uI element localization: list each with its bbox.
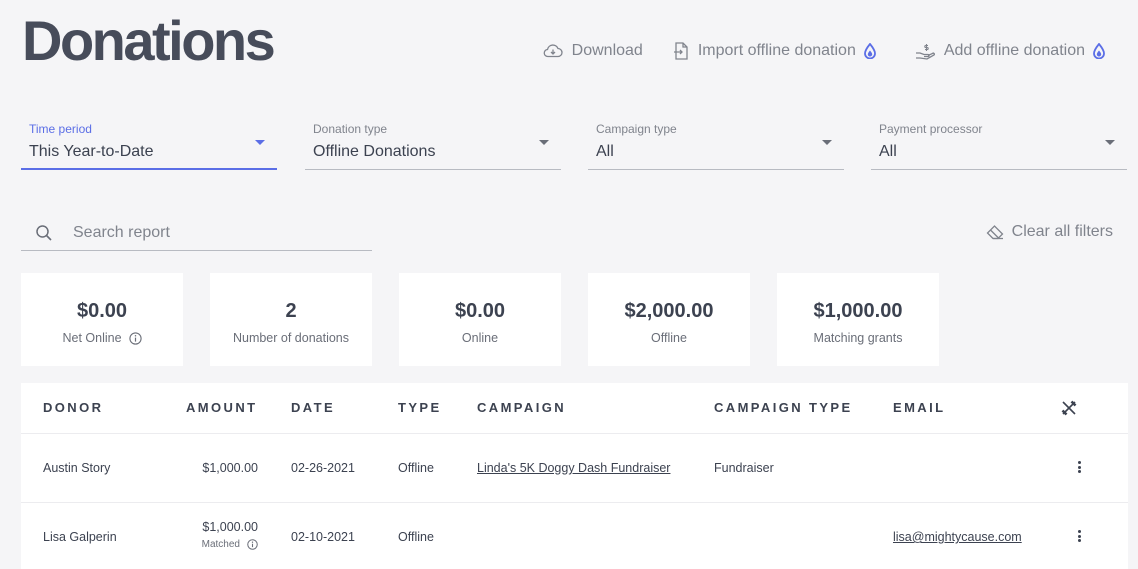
summary-card-online: $0.00 Online xyxy=(399,273,561,366)
offline-value: $2,000.00 xyxy=(624,300,714,322)
number-of-donations-value: 2 xyxy=(285,300,297,322)
caret-down-icon xyxy=(255,140,265,145)
row-menu-icon[interactable] xyxy=(1078,530,1082,544)
payment-processor-label: Payment processor xyxy=(879,122,983,136)
download-label: Download xyxy=(571,42,643,59)
summary-card-matching-grants: $1,000.00 Matching grants xyxy=(777,273,939,366)
amount-cell: $1,000.00 xyxy=(202,461,258,475)
cloud-download-icon xyxy=(543,44,563,58)
import-offline-label: Import offline donation xyxy=(697,42,856,59)
column-header-email[interactable]: EMAIL xyxy=(893,400,945,415)
search-input[interactable] xyxy=(73,221,363,245)
matched-note: Matched xyxy=(202,539,258,550)
campaign-type-cell: Fundraiser xyxy=(714,461,774,475)
matched-label: Matched xyxy=(201,539,240,550)
info-icon[interactable] xyxy=(247,539,258,550)
header-actions: Download Import offline donation Add off… xyxy=(513,42,1114,60)
amount-cell: $1,000.00 xyxy=(202,520,258,534)
column-header-date[interactable]: DATE xyxy=(291,400,335,415)
search-icon xyxy=(36,225,52,241)
hand-money-icon xyxy=(915,44,935,60)
campaign-link[interactable]: Linda's 5K Doggy Dash Fundraiser xyxy=(477,461,670,475)
column-header-amount[interactable]: AMOUNT xyxy=(186,400,257,415)
donor-cell: Lisa Galperin xyxy=(43,530,117,544)
matching-grants-value: $1,000.00 xyxy=(813,300,903,322)
table-row[interactable]: Austin Story $1,000.00 02-26-2021 Offlin… xyxy=(21,434,1128,503)
row-menu-icon[interactable] xyxy=(1078,461,1082,475)
caret-down-icon xyxy=(539,140,549,145)
campaign-type-value: All xyxy=(596,143,614,160)
clear-all-filters-button[interactable]: Clear all filters xyxy=(986,223,1113,241)
campaign-type-select[interactable]: Campaign type All xyxy=(588,118,844,170)
matching-grants-label: Matching grants xyxy=(813,331,903,345)
donation-type-value: Offline Donations xyxy=(313,143,436,160)
column-header-donor[interactable]: DONOR xyxy=(43,400,103,415)
droplet-icon xyxy=(1093,43,1105,59)
type-cell: Offline xyxy=(398,530,434,544)
summary-card-net-online: $0.00 Net Online xyxy=(21,273,183,366)
add-offline-label: Add offline donation xyxy=(943,42,1085,59)
date-cell: 02-26-2021 xyxy=(291,461,355,475)
payment-processor-select[interactable]: Payment processor All xyxy=(871,118,1127,170)
donation-type-select[interactable]: Donation type Offline Donations xyxy=(305,118,561,170)
clear-all-filters-label: Clear all filters xyxy=(1011,223,1113,240)
time-period-label: Time period xyxy=(29,122,92,136)
search-report xyxy=(21,215,372,251)
time-period-value: This Year-to-Date xyxy=(29,143,154,160)
droplet-icon xyxy=(863,43,876,59)
online-label: Online xyxy=(461,331,499,345)
campaign-type-label: Campaign type xyxy=(596,122,677,136)
add-offline-donation-button[interactable]: Add offline donation xyxy=(915,42,1114,60)
summary-card-number-of-donations: 2 Number of donations xyxy=(210,273,372,366)
number-of-donations-label: Number of donations xyxy=(232,331,350,345)
import-offline-donation-button[interactable]: Import offline donation xyxy=(673,42,885,60)
net-online-value: $0.00 xyxy=(76,300,128,322)
table-row[interactable]: Lisa Galperin $1,000.00 Matched 02-10-20… xyxy=(21,503,1128,569)
caret-down-icon xyxy=(822,140,832,145)
page-title: Donations xyxy=(22,9,276,72)
caret-down-icon xyxy=(1105,140,1115,145)
column-header-campaign[interactable]: CAMPAIGN xyxy=(477,400,566,415)
donation-type-label: Donation type xyxy=(313,122,388,136)
eraser-icon xyxy=(986,224,1004,239)
info-icon[interactable] xyxy=(128,331,142,345)
download-button[interactable]: Download xyxy=(543,42,643,60)
tools-icon[interactable] xyxy=(1061,400,1077,416)
donor-cell: Austin Story xyxy=(43,461,111,475)
column-header-campaign-type[interactable]: CAMPAIGN TYPE xyxy=(714,400,853,415)
summary-card-offline: $2,000.00 Offline xyxy=(588,273,750,366)
file-import-icon xyxy=(673,42,688,60)
email-link[interactable]: lisa@mightycause.com xyxy=(893,530,1022,544)
date-cell: 02-10-2021 xyxy=(291,530,355,544)
column-header-type[interactable]: TYPE xyxy=(398,400,442,415)
donations-table: DONOR AMOUNT DATE TYPE CAMPAIGN CAMPAIGN… xyxy=(21,383,1128,569)
payment-processor-value: All xyxy=(879,143,897,160)
offline-label: Offline xyxy=(651,331,687,345)
table-header: DONOR AMOUNT DATE TYPE CAMPAIGN CAMPAIGN… xyxy=(21,383,1128,434)
time-period-select[interactable]: Time period This Year-to-Date xyxy=(21,118,277,170)
net-online-label: Net Online xyxy=(62,331,122,345)
online-value: $0.00 xyxy=(454,300,506,322)
type-cell: Offline xyxy=(398,461,434,475)
